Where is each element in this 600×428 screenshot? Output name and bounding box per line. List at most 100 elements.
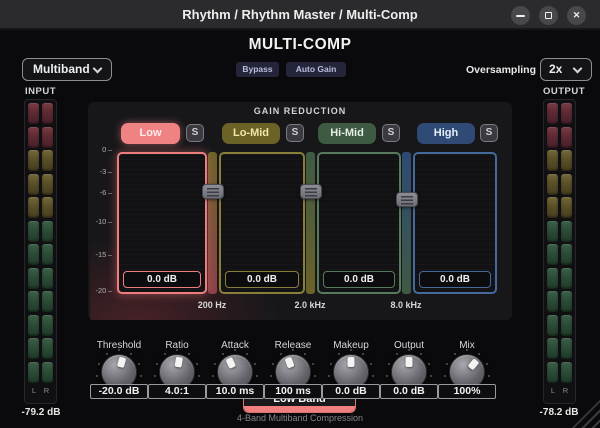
knob-label-threshold: Threshold — [96, 340, 142, 351]
chevron-down-icon — [92, 63, 103, 74]
knob-ticks — [466, 371, 468, 373]
title-bar: Rhythm / Rhythm Master / Multi-Comp ✕ — [0, 0, 600, 30]
scale-tick-label: -20 — [84, 286, 112, 296]
close-button[interactable]: ✕ — [567, 6, 586, 25]
meter-column — [42, 103, 53, 383]
crossover-slider-track[interactable] — [208, 152, 217, 294]
knob-value-ratio[interactable]: 4.0:1 — [148, 384, 206, 399]
led-segment-yellow — [42, 173, 53, 195]
led-segment-green — [547, 220, 558, 242]
band-reduction-value-low: 0.0 dB — [123, 271, 201, 288]
knob-value-release[interactable]: 100 ms — [264, 384, 322, 399]
meter-column — [561, 103, 572, 383]
led-segment-green — [547, 338, 558, 359]
band-tab-low[interactable]: Low — [121, 123, 180, 144]
led-segment-yellow — [561, 150, 572, 171]
crossover-frequency-label: 200 Hz — [197, 300, 227, 310]
solo-button-low[interactable]: S — [186, 124, 204, 142]
bypass-button[interactable]: Bypass — [236, 62, 279, 77]
led-segment-yellow — [561, 173, 572, 195]
knob-pointer-icon — [174, 356, 184, 368]
channel-right-label: R — [43, 385, 50, 395]
mode-select[interactable]: Multiband — [22, 58, 112, 81]
output-meter-label: OUTPUT — [543, 86, 586, 97]
knob-ticks — [292, 371, 294, 373]
led-segment-green — [561, 291, 572, 312]
knob-label-ratio: Ratio — [165, 340, 189, 351]
led-segment-green — [561, 361, 572, 383]
crossover-frequency-label: 2.0 kHz — [294, 300, 326, 310]
knob-pointer-icon — [225, 356, 237, 369]
led-segment-green — [42, 267, 53, 289]
knob-value-makeup[interactable]: 0.0 dB — [322, 384, 380, 399]
grip-lines-icon — [400, 196, 413, 205]
knob-value-output[interactable]: 0.0 dB — [380, 384, 438, 399]
knob-pointer-icon — [116, 356, 127, 369]
led-segment-green — [561, 220, 572, 242]
knob-value-attack[interactable]: 10.0 ms — [206, 384, 264, 399]
led-segment-yellow — [561, 197, 572, 218]
band-reduction-value-high: 0.0 dB — [419, 271, 491, 288]
input-meter-label: INPUT — [25, 86, 56, 97]
solo-button-high[interactable]: S — [480, 124, 498, 142]
led-segment-red — [42, 126, 53, 148]
led-segment-green — [42, 314, 53, 336]
solo-button-hi-mid[interactable]: S — [382, 124, 400, 142]
knob-ticks — [350, 371, 352, 373]
solo-button-lo-mid[interactable]: S — [286, 124, 304, 142]
led-segment-yellow — [42, 197, 53, 218]
minimize-button[interactable] — [511, 6, 530, 25]
plugin-description: 4-Band Multiband Compression — [236, 413, 364, 423]
maximize-button[interactable] — [539, 6, 558, 25]
led-segment-green — [547, 361, 558, 383]
band-reduction-value-lo-mid: 0.0 dB — [225, 271, 299, 288]
oversampling-select[interactable]: 2x — [540, 58, 592, 81]
maximize-icon — [545, 12, 552, 19]
knob-value-threshold[interactable]: -20.0 dB — [90, 384, 148, 399]
scale-tick-label: -6 — [84, 188, 112, 198]
band-tab-lo-mid[interactable]: Lo-Mid — [222, 123, 280, 144]
knob-ticks — [408, 371, 410, 373]
crossover-slider-handle[interactable] — [395, 192, 418, 207]
knob-pointer-icon — [347, 357, 355, 367]
channel-labels: L R — [547, 386, 572, 395]
output-meter: L R — [543, 99, 576, 404]
close-icon: ✕ — [572, 10, 581, 20]
led-segment-red — [547, 103, 558, 124]
band-tab-hi-mid[interactable]: Hi-Mid — [318, 123, 376, 144]
knob-pointer-icon — [405, 357, 413, 367]
crossover-slider-handle[interactable] — [299, 184, 322, 199]
channel-labels: L R — [28, 386, 53, 395]
led-segment-yellow — [547, 197, 558, 218]
knob-value-mix[interactable]: 100% — [438, 384, 496, 399]
led-segment-yellow — [42, 150, 53, 171]
page-title: MULTI-COMP — [248, 36, 352, 53]
selected-band-color-bar — [244, 406, 355, 412]
auto-gain-button[interactable]: Auto Gain — [286, 62, 346, 77]
input-meter-columns — [28, 103, 53, 383]
crossover-frequency-label: 8.0 kHz — [390, 300, 422, 310]
crossover-slider-track[interactable] — [306, 152, 315, 294]
led-segment-green — [42, 338, 53, 359]
knob-pointer-icon — [467, 358, 480, 371]
led-segment-green — [28, 338, 39, 359]
crossover-slider-handle[interactable] — [201, 184, 224, 199]
output-meter-columns — [547, 103, 572, 383]
chevron-down-icon — [572, 63, 583, 74]
led-segment-red — [28, 103, 39, 124]
led-segment-yellow — [28, 173, 39, 195]
knob-pointer-icon — [284, 356, 295, 369]
led-segment-green — [42, 361, 53, 383]
band-meter-hi-mid: 0.0 dB — [317, 152, 401, 294]
band-reduction-value-hi-mid: 0.0 dB — [323, 271, 395, 288]
led-segment-green — [28, 244, 39, 265]
led-segment-red — [547, 126, 558, 148]
led-segment-green — [42, 291, 53, 312]
grip-lines-icon — [206, 188, 219, 197]
band-tab-high[interactable]: High — [417, 123, 475, 144]
knob-ticks — [176, 371, 178, 373]
minimize-icon — [516, 15, 525, 17]
knob-ticks — [234, 371, 236, 373]
knob-label-output: Output — [393, 340, 425, 351]
crossover-slider-track[interactable] — [402, 152, 411, 294]
